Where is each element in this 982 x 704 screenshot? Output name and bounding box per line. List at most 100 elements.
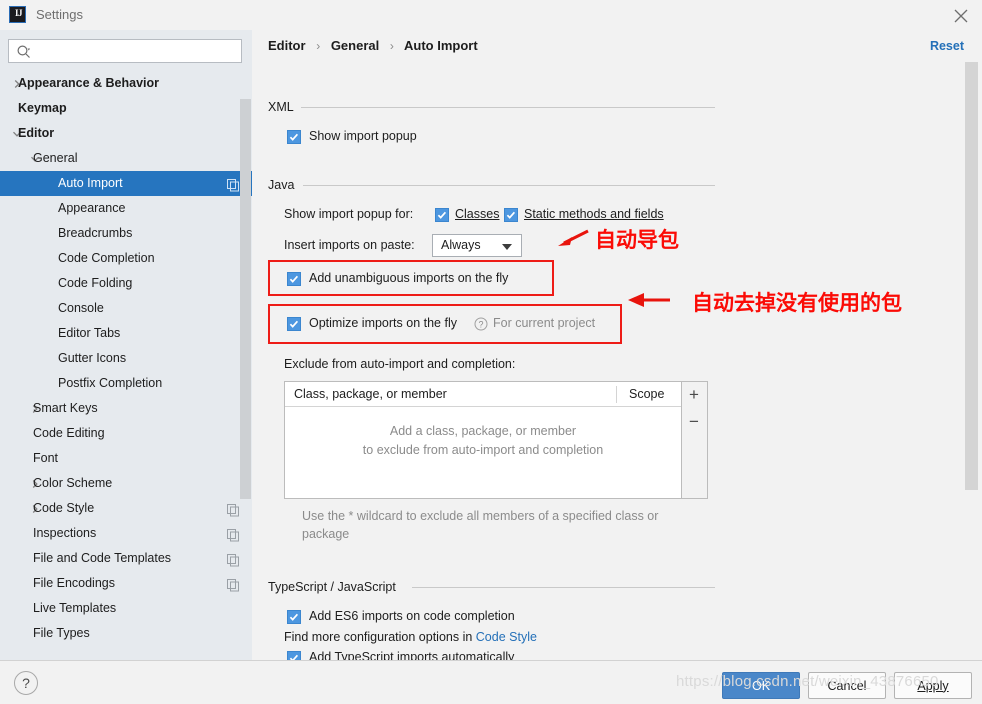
breadcrumb-separator: › [389, 39, 394, 53]
sidebar-item-gutter-icons[interactable]: Gutter Icons [0, 346, 252, 371]
sidebar-item-appearance-behavior[interactable]: Appearance & Behavior [0, 71, 252, 96]
sidebar-item-live-templates[interactable]: Live Templates [0, 596, 252, 621]
copy-settings-icon [226, 501, 240, 517]
sidebar-item-file-encodings[interactable]: File Encodings [0, 571, 252, 596]
sidebar-bottom-spacer [0, 650, 252, 660]
copy-settings-icon [226, 576, 240, 592]
label-show-import-popup-xml: Show import popup [309, 129, 417, 143]
checkbox-optimize-imports[interactable] [287, 317, 301, 331]
dialog-footer: ? OK Cancel Apply [0, 660, 982, 704]
sidebar-item-code-editing[interactable]: Code Editing [0, 421, 252, 446]
es6-code-style-link[interactable]: Code Style [476, 630, 537, 644]
close-icon[interactable] [950, 5, 972, 27]
remove-exclusion-button[interactable]: − [682, 411, 706, 433]
search-box[interactable] [8, 39, 242, 64]
sidebar-item-auto-import[interactable]: Auto Import [0, 171, 252, 196]
settings-main-panel: Editor › General › Auto Import Reset XML… [252, 30, 982, 660]
label-exclude-from-auto-import: Exclude from auto-import and completion: [284, 357, 516, 371]
sidebar-item-label: Live Templates [33, 601, 117, 615]
exclude-table-header: Class, package, or member Scope [285, 382, 681, 407]
label-show-import-popup-for: Show import popup for: [284, 207, 414, 221]
sidebar-item-keymap[interactable]: Keymap [0, 96, 252, 121]
sidebar-item-label: Code Editing [33, 426, 105, 440]
group-rule-xml [301, 107, 715, 108]
sidebar-item-font[interactable]: Font [0, 446, 252, 471]
sidebar-item-label: Editor Tabs [58, 326, 121, 340]
checkbox-show-import-popup-xml[interactable] [287, 130, 301, 144]
arrow-left-icon [556, 229, 590, 252]
copy-settings-icon [226, 176, 240, 192]
svg-text:?: ? [478, 320, 483, 330]
empty-message-line1: Add a class, package, or member [389, 424, 577, 438]
checkbox-add-typescript-imports[interactable] [287, 651, 301, 660]
settings-window: IJ Settings Appearance & Behavior Keymap E… [0, 0, 982, 704]
main-scrollbar-thumb[interactable] [965, 62, 978, 490]
sidebar-item-editor[interactable]: Editor [0, 121, 252, 146]
search-input[interactable] [35, 40, 239, 64]
sidebar-item-editor-tabs[interactable]: Editor Tabs [0, 321, 252, 346]
reset-link[interactable]: Reset [930, 39, 964, 53]
sidebar-item-label: Inspections [33, 526, 97, 540]
sidebar-item-code-folding[interactable]: Code Folding [0, 271, 252, 296]
breadcrumb-item-editor[interactable]: Editor [268, 38, 306, 53]
add-exclusion-button[interactable]: + [682, 384, 706, 406]
sidebar-item-label: Keymap [18, 101, 67, 115]
copy-settings-icon [226, 526, 240, 542]
sidebar-item-label: Appearance & Behavior [18, 76, 160, 90]
sidebar-item-general[interactable]: General [0, 146, 252, 171]
sidebar-item-label: Auto Import [58, 176, 123, 190]
checkbox-add-es6-imports[interactable] [287, 610, 301, 624]
es6-config-hint: Find more configuration options in Code … [284, 630, 537, 644]
wildcard-hint: Use the * wildcard to exclude all member… [302, 509, 659, 541]
exclude-table-empty-message: Add a class, package, or member to exclu… [285, 422, 681, 460]
checkbox-add-unambiguous-imports[interactable] [287, 272, 301, 286]
sidebar-item-console[interactable]: Console [0, 296, 252, 321]
sidebar-item-label: File Encodings [33, 576, 115, 590]
sidebar-item-code-completion[interactable]: Code Completion [0, 246, 252, 271]
question-mark-icon[interactable]: ? [474, 317, 488, 331]
sidebar-item-appearance[interactable]: Appearance [0, 196, 252, 221]
group-header-java: Java [268, 178, 301, 194]
checkbox-classes[interactable] [435, 208, 449, 222]
group-title-typescript: TypeScript / JavaScript [268, 580, 402, 594]
chevron-down-icon [502, 244, 512, 250]
insert-imports-value: Always [441, 238, 481, 252]
help-button[interactable]: ? [14, 671, 38, 695]
column-divider[interactable] [616, 386, 617, 403]
breadcrumb-item-general[interactable]: General [331, 38, 379, 53]
sidebar-item-label: Code Style [33, 501, 95, 515]
sidebar-item-code-style[interactable]: Code Style [0, 496, 252, 521]
sidebar-scrollbar-thumb[interactable] [240, 99, 251, 499]
copy-settings-icon [226, 551, 240, 567]
cancel-button-label: Cancel [827, 678, 867, 693]
apply-button[interactable]: Apply [894, 672, 972, 699]
sidebar-item-file-and-code-templates[interactable]: File and Code Templates [0, 546, 252, 571]
label-add-typescript-imports: Add TypeScript imports automatically [309, 650, 515, 660]
group-title-xml: XML [268, 100, 300, 114]
sidebar-item-color-scheme[interactable]: Color Scheme [0, 471, 252, 496]
title-bar: IJ Settings [0, 0, 982, 30]
search-icon [16, 44, 32, 60]
sidebar-item-postfix-completion[interactable]: Postfix Completion [0, 371, 252, 396]
annotation-text-2: 自动去掉没有使用的包 [692, 291, 902, 315]
breadcrumb-item-auto-import: Auto Import [404, 38, 478, 53]
exclude-table[interactable]: Class, package, or member Scope Add a cl… [284, 381, 682, 499]
sidebar-item-file-types[interactable]: File Types [0, 621, 252, 646]
settings-content: XML Show import popup Java Show import p… [252, 60, 964, 660]
settings-tree: Appearance & Behavior Keymap Editor General… [0, 71, 252, 660]
empty-message-line2: to exclude from auto-import and completi… [362, 443, 604, 457]
sidebar-item-smart-keys[interactable]: Smart Keys [0, 396, 252, 421]
ok-button[interactable]: OK [722, 672, 800, 699]
insert-imports-dropdown[interactable]: Always [432, 234, 522, 257]
window-title: Settings [36, 7, 83, 22]
apply-button-label: Apply [917, 678, 949, 693]
group-title-java: Java [268, 178, 301, 192]
sidebar-item-breadcrumbs[interactable]: Breadcrumbs [0, 221, 252, 246]
cancel-button[interactable]: Cancel [808, 672, 886, 699]
arrow-left-icon [626, 290, 672, 313]
checkbox-static-methods[interactable] [504, 208, 518, 222]
sidebar-item-label: Breadcrumbs [58, 226, 133, 240]
sidebar-item-inspections[interactable]: Inspections [0, 521, 252, 546]
sidebar-item-label: Console [58, 301, 104, 315]
sidebar-item-label: Font [33, 451, 59, 465]
